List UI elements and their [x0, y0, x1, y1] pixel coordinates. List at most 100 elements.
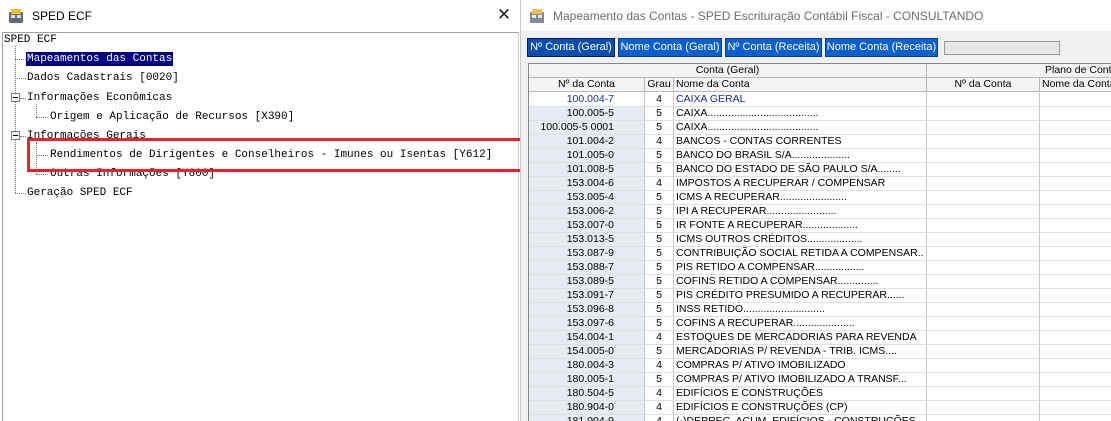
cell-plano-numero-conta[interactable]: [927, 401, 1040, 415]
cell-nome-conta[interactable]: CAIXA...................................…: [674, 107, 927, 121]
col-header-grau[interactable]: Grau: [645, 78, 674, 92]
table-row[interactable]: 100.005-5 0001 5 CAIXA....................…: [529, 121, 1111, 135]
cell-plano-numero-conta[interactable]: [927, 121, 1040, 135]
tree-item-informacoes-economicas[interactable]: Informações Econômicas: [27, 91, 172, 105]
cell-plano-numero-conta[interactable]: [927, 149, 1040, 163]
col-header-numero-conta[interactable]: Nº da Conta: [529, 78, 645, 92]
cell-grau[interactable]: 5: [645, 149, 674, 163]
cell-plano-numero-conta[interactable]: [927, 191, 1040, 205]
cell-grau[interactable]: 4: [645, 401, 674, 415]
cell-nome-conta[interactable]: ESTOQUES DE MERCADORIAS PARA REVENDA: [674, 331, 927, 345]
table-row[interactable]: 153.091-7 5 PIS CRÉDITO PRESUMIDO A RECUPE…: [529, 289, 1111, 303]
cell-plano-nome-conta[interactable]: [1040, 135, 1111, 149]
col-header-plano-numero-conta[interactable]: Nº da Conta: [927, 78, 1040, 92]
table-row[interactable]: 154.004-1 4 ESTOQUES DE MERCADORIAS PARA R…: [529, 331, 1111, 345]
tree-item-dados-cadastrais[interactable]: Dados Cadastrais [0020]: [27, 71, 179, 85]
left-title-bar[interactable]: SPED ECF ✕: [0, 0, 521, 31]
table-row[interactable]: 101.008-5 5 BANCO DO ESTADO DE SÃO PAULO S…: [529, 163, 1111, 177]
cell-numero-conta[interactable]: 153.004-6: [529, 177, 645, 191]
cell-plano-nome-conta[interactable]: [1040, 345, 1111, 359]
cell-numero-conta[interactable]: 100.005-5 0001: [529, 121, 645, 135]
cell-grau[interactable]: 5: [645, 121, 674, 135]
cell-numero-conta[interactable]: 153.005-4: [529, 191, 645, 205]
cell-nome-conta[interactable]: PIS RETIDO A COMPENSAR.................: [674, 261, 927, 275]
cell-numero-conta[interactable]: 180.904-0: [529, 401, 645, 415]
table-row[interactable]: 153.089-5 5 COFINS RETIDO A COMPENSAR.....…: [529, 275, 1111, 289]
cell-nome-conta[interactable]: ICMS OUTROS CRÉDITOS...................: [674, 233, 927, 247]
table-row[interactable]: 180.504-5 4 EDIFÍCIOS E CONSTRUÇÕES: [529, 387, 1111, 401]
cell-nome-conta[interactable]: CAIXA...................................…: [674, 121, 927, 135]
cell-plano-numero-conta[interactable]: [927, 387, 1040, 401]
cell-plano-nome-conta[interactable]: [1040, 233, 1111, 247]
table-row[interactable]: 153.088-7 5 PIS RETIDO A COMPENSAR........…: [529, 261, 1111, 275]
cell-grau[interactable]: 5: [645, 261, 674, 275]
tab-numero-conta-geral[interactable]: Nº Conta (Geral): [527, 38, 615, 57]
cell-plano-numero-conta[interactable]: [927, 163, 1040, 177]
cell-grau[interactable]: 4: [645, 177, 674, 191]
cell-numero-conta[interactable]: 153.006-2: [529, 205, 645, 219]
cell-plano-numero-conta[interactable]: [927, 107, 1040, 121]
cell-plano-numero-conta[interactable]: [927, 275, 1040, 289]
cell-numero-conta[interactable]: 101.005-0: [529, 149, 645, 163]
table-row[interactable]: 101.005-0 5 BANCO DO BRASIL S/A...........…: [529, 149, 1111, 163]
cell-grau[interactable]: 5: [645, 289, 674, 303]
cell-plano-numero-conta[interactable]: [927, 373, 1040, 387]
cell-plano-numero-conta[interactable]: [927, 261, 1040, 275]
cell-numero-conta[interactable]: 180.005-1: [529, 373, 645, 387]
cell-numero-conta[interactable]: 153.091-7: [529, 289, 645, 303]
cell-plano-nome-conta[interactable]: [1040, 219, 1111, 233]
cell-plano-numero-conta[interactable]: [927, 205, 1040, 219]
table-row[interactable]: 153.096-8 5 INSS RETIDO...................…: [529, 303, 1111, 317]
cell-plano-nome-conta[interactable]: [1040, 177, 1111, 191]
table-row[interactable]: 180.004-3 4 COMPRAS P/ ATIVO IMOBILIZADO: [529, 359, 1111, 373]
cell-plano-numero-conta[interactable]: [927, 345, 1040, 359]
cell-plano-nome-conta[interactable]: [1040, 205, 1111, 219]
cell-plano-nome-conta[interactable]: [1040, 401, 1111, 415]
collapse-icon[interactable]: [11, 131, 20, 140]
cell-numero-conta[interactable]: 100.005-5: [529, 107, 645, 121]
cell-grau[interactable]: 5: [645, 107, 674, 121]
cell-nome-conta[interactable]: CAIXA GERAL: [674, 93, 927, 107]
cell-plano-numero-conta[interactable]: [927, 331, 1040, 345]
tab-nome-conta-receita[interactable]: Nome Conta (Receita): [825, 38, 938, 57]
cell-numero-conta[interactable]: 154.005-0: [529, 345, 645, 359]
cell-nome-conta[interactable]: COMPRAS P/ ATIVO IMOBILIZADO: [674, 359, 927, 373]
cell-grau[interactable]: 5: [645, 317, 674, 331]
cell-numero-conta[interactable]: 154.004-1: [529, 331, 645, 345]
cell-numero-conta[interactable]: 181.004-9: [529, 415, 645, 421]
cell-nome-conta[interactable]: ICMS A RECUPERAR.......................: [674, 191, 927, 205]
cell-plano-numero-conta[interactable]: [927, 359, 1040, 373]
cell-plano-numero-conta[interactable]: [927, 219, 1040, 233]
cell-plano-nome-conta[interactable]: [1040, 303, 1111, 317]
cell-grau[interactable]: 5: [645, 247, 674, 261]
cell-grau[interactable]: 4: [645, 135, 674, 149]
tree-item-geracao-sped-ecf[interactable]: Geração SPED ECF: [27, 186, 133, 200]
cell-grau[interactable]: 5: [645, 163, 674, 177]
table-row[interactable]: 153.087-9 5 CONTRIBUIÇÃO SOCIAL RETIDA A C…: [529, 247, 1111, 261]
cell-plano-numero-conta[interactable]: [927, 93, 1040, 107]
cell-numero-conta[interactable]: 153.097-6: [529, 317, 645, 331]
cell-nome-conta[interactable]: PIS CRÉDITO PRESUMIDO A RECUPERAR......: [674, 289, 927, 303]
cell-plano-numero-conta[interactable]: [927, 317, 1040, 331]
table-row[interactable]: 153.005-4 5 ICMS A RECUPERAR..............…: [529, 191, 1111, 205]
cell-grau[interactable]: 5: [645, 303, 674, 317]
cell-nome-conta[interactable]: COMPRAS P/ ATIVO IMOBILIZADO A TRANSF...: [674, 373, 927, 387]
cell-plano-nome-conta[interactable]: [1040, 261, 1111, 275]
cell-grau[interactable]: 4: [645, 415, 674, 421]
cell-plano-numero-conta[interactable]: [927, 303, 1040, 317]
table-row[interactable]: 100.004-7 4 CAIXA GERAL: [529, 93, 1111, 107]
cell-numero-conta[interactable]: 101.004-2: [529, 135, 645, 149]
cell-numero-conta[interactable]: 153.089-5: [529, 275, 645, 289]
cell-nome-conta[interactable]: (-)DEPREC. ACUM. EDIFÍCIOS - CONSTRUÇÕES: [674, 415, 927, 421]
cell-plano-nome-conta[interactable]: [1040, 331, 1111, 345]
cell-plano-nome-conta[interactable]: [1040, 191, 1111, 205]
cell-grau[interactable]: 4: [645, 93, 674, 107]
close-button[interactable]: ✕: [492, 4, 516, 26]
cell-nome-conta[interactable]: BANCO DO ESTADO DE SÃO PAULO S/A........: [674, 163, 927, 177]
cell-nome-conta[interactable]: IR FONTE A RECUPERAR...................: [674, 219, 927, 233]
cell-numero-conta[interactable]: 153.007-0: [529, 219, 645, 233]
tree-root[interactable]: SPED ECF: [4, 33, 57, 47]
cell-plano-numero-conta[interactable]: [927, 247, 1040, 261]
tab-numero-conta-receita[interactable]: Nº Conta (Receita): [725, 38, 822, 57]
cell-plano-nome-conta[interactable]: [1040, 93, 1111, 107]
